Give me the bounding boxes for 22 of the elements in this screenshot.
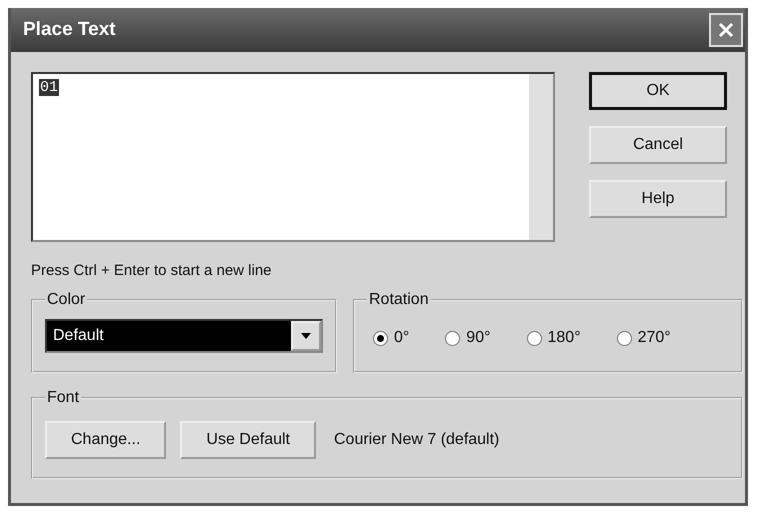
group-title: Rotation [368, 291, 430, 309]
window-title: Place Text [23, 19, 116, 41]
scrollbar[interactable] [529, 74, 553, 240]
current-font-text: Courier New 7 (default) [334, 431, 500, 449]
group-title: Color [46, 291, 86, 309]
rotation-radio[interactable]: 180° [526, 329, 581, 347]
group-title: Font [46, 389, 80, 407]
color-dropdown[interactable]: Default [45, 319, 323, 353]
font-button[interactable]: Change... [45, 421, 166, 459]
text-value: 01 [39, 79, 60, 96]
hint-text: Press Ctrl + Enter to start a new line [31, 262, 273, 279]
caret-icon [301, 333, 311, 339]
dialog-button[interactable]: Help [589, 180, 727, 218]
close-icon [717, 21, 735, 39]
rotation-radio[interactable]: 0° [373, 329, 410, 347]
dialog-button[interactable]: OK [589, 72, 727, 110]
dialog-button[interactable]: Cancel [589, 126, 727, 164]
rotation-radio[interactable]: 270° [616, 329, 671, 347]
rotation-radio[interactable]: 90° [445, 329, 490, 347]
text-input-field[interactable]: 01 [31, 72, 555, 242]
font-button[interactable]: Use Default [180, 421, 316, 459]
close-button[interactable] [709, 13, 743, 47]
